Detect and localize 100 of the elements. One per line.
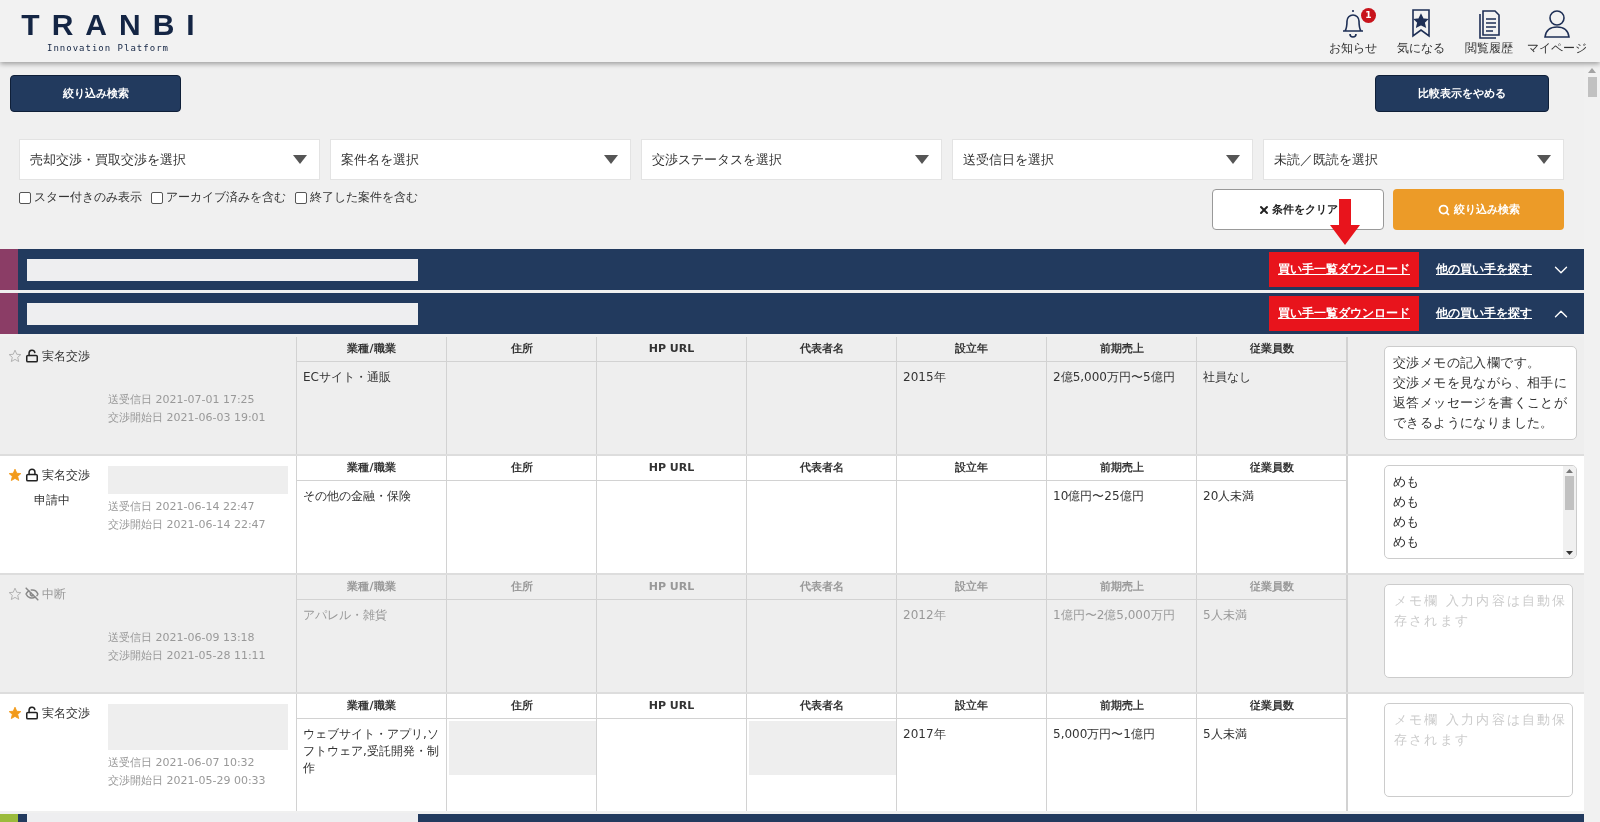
table-cell-text: 5人未満 — [1202, 607, 1248, 624]
column-header: 住所 — [447, 337, 597, 362]
find-buyers-link[interactable]: 他の買い手を探す — [1436, 261, 1532, 278]
table-cell-text: 5人未満 — [1202, 726, 1248, 743]
star-icon[interactable] — [8, 349, 22, 363]
checkbox[interactable] — [151, 191, 163, 204]
column-header: HP URL — [597, 456, 747, 481]
table-cell-text: 2012年 — [902, 607, 947, 624]
table-cell-text: ECサイト・通販 — [302, 369, 392, 386]
select-placeholder: 案件名を選択 — [341, 150, 419, 169]
checkbox-label[interactable]: 終了した案件を含む — [310, 189, 418, 206]
checkbox-label[interactable]: スター付きのみ表示 — [34, 189, 142, 206]
checkbox[interactable] — [19, 191, 31, 204]
memo-line: めも — [1393, 533, 1421, 551]
scroll-up-icon[interactable] — [1588, 68, 1596, 73]
status-label: 実名交渉 — [42, 466, 90, 484]
table-cell-text: 1億円〜2億5,000万円 — [1052, 607, 1176, 624]
scrollbar-thumb[interactable] — [1587, 77, 1597, 97]
column-header: 住所 — [447, 456, 597, 481]
column-header: 従業員数 — [1197, 694, 1347, 719]
nav-link[interactable]: 気になる — [1388, 5, 1454, 57]
star-icon[interactable] — [8, 587, 22, 601]
filter-button[interactable]: 絞り込み検索 — [10, 75, 181, 112]
table-cell-text: 10億円〜25億円 — [1052, 488, 1145, 505]
checkbox[interactable] — [295, 191, 307, 204]
status-label: 実名交渉 — [42, 347, 90, 365]
date-text: 交渉開始日 2021-05-29 00:33 — [108, 773, 267, 789]
date-text: 交渉開始日 2021-05-28 11:11 — [108, 648, 267, 664]
logo[interactable]: TRANBI — [21, 9, 207, 40]
column-header: 前期売上 — [1047, 575, 1197, 600]
table-cell-text: アパレル・雑貨 — [302, 607, 388, 624]
nav-link[interactable]: 1 お知らせ — [1320, 5, 1386, 57]
caret-icon — [915, 155, 929, 164]
notification-badge: 1 — [1361, 7, 1376, 23]
star-icon[interactable] — [8, 706, 22, 720]
scrollbar-thumb[interactable] — [1565, 476, 1574, 510]
memo-field[interactable]: 交渉メモの記入欄です。 交渉メモを見ながら、相手に返答メッセージを書くことができるようになりました。 — [1384, 346, 1577, 440]
column-header: HP URL — [597, 575, 747, 600]
select-field[interactable]: 送受信日を選択 — [952, 139, 1253, 180]
column-header: 前期売上 — [1047, 456, 1197, 481]
select-placeholder: 売却交渉・買取交渉を選択 — [30, 150, 186, 169]
download-link[interactable]: 買い手一覧ダウンロード — [1269, 296, 1419, 331]
download-link[interactable]: 買い手一覧ダウンロード — [1269, 252, 1419, 287]
column-header: 代表者名 — [747, 694, 897, 719]
caret-icon — [1537, 155, 1551, 164]
memo-line: めも — [1393, 513, 1421, 531]
logo-tagline: Innovation Platform — [47, 42, 169, 53]
column-header: 代表者名 — [747, 575, 897, 600]
select-field[interactable]: 案件名を選択 — [330, 139, 631, 180]
column-header: 設立年 — [897, 694, 1047, 719]
close-icon — [1258, 203, 1270, 216]
table-cell-text: ウェブサイト・アプリ,ソフトウェア,受託開発・制作 — [302, 726, 440, 777]
column-header: 住所 — [447, 694, 597, 719]
column-header: 従業員数 — [1197, 337, 1347, 362]
select-field[interactable]: 売却交渉・買取交渉を選択 — [19, 139, 320, 180]
column-header: 代表者名 — [747, 456, 897, 481]
nav-link[interactable]: マイページ — [1524, 5, 1590, 57]
caret-icon — [1226, 155, 1240, 164]
column-header: 設立年 — [897, 575, 1047, 600]
column-header: HP URL — [597, 694, 747, 719]
table-cell-text: 5,000万円〜1億円 — [1052, 726, 1156, 743]
caret-icon — [604, 155, 618, 164]
memo-line: めも — [1393, 473, 1421, 491]
memo-line: めも — [1393, 493, 1421, 511]
memo-field[interactable]: めも めも めも めも — [1384, 465, 1577, 559]
column-header: 前期売上 — [1047, 694, 1197, 719]
sub-status: 申請中 — [34, 492, 71, 509]
table-cell-text: 社員なし — [1202, 369, 1252, 386]
scroll-up-icon[interactable] — [1566, 469, 1573, 473]
memo-line: 交渉メモを見ながら、相手に返答メッセージを書くことができるようになりました。 — [1393, 374, 1569, 432]
table-cell-text: 2017年 — [902, 726, 947, 743]
date-text: 交渉開始日 2021-06-14 22:47 — [108, 517, 267, 533]
select-field[interactable]: 未読／既読を選択 — [1263, 139, 1564, 180]
memo-line: 交渉メモの記入欄です。 — [1393, 354, 1542, 372]
star-icon[interactable] — [8, 468, 22, 482]
select-placeholder: 送受信日を選択 — [963, 150, 1054, 169]
clear-button[interactable]: 条件をクリア — [1212, 189, 1384, 230]
table-cell-text: 20人未満 — [1202, 488, 1256, 505]
checkbox-label[interactable]: アーカイブ済みを含む — [166, 189, 286, 206]
date-text: 送受信日 2021-06-14 22:47 — [108, 499, 256, 515]
column-header: 業種/職業 — [297, 456, 447, 481]
column-header: 業種/職業 — [297, 694, 447, 719]
table-cell-text: 2015年 — [902, 369, 947, 386]
column-header: 前期売上 — [1047, 337, 1197, 362]
table-cell-text: その他の金融・保険 — [302, 488, 412, 505]
scroll-down-icon[interactable] — [1566, 551, 1573, 555]
date-text: 送受信日 2021-06-09 13:18 — [108, 630, 256, 646]
date-text: 送受信日 2021-07-01 17:25 — [108, 392, 256, 408]
select-field[interactable]: 交渉ステータスを選択 — [641, 139, 942, 180]
status-label: 実名交渉 — [42, 704, 90, 722]
select-placeholder: 交渉ステータスを選択 — [652, 150, 782, 169]
column-header: 従業員数 — [1197, 456, 1347, 481]
table-cell-text: 2億5,000万円〜5億円 — [1052, 369, 1176, 386]
compare-off-button[interactable]: 比較表示をやめる — [1375, 75, 1549, 112]
date-text: 交渉開始日 2021-06-03 19:01 — [108, 410, 267, 426]
column-header: 従業員数 — [1197, 575, 1347, 600]
nav-link[interactable]: 閲覧履歴 — [1456, 5, 1522, 57]
find-buyers-link[interactable]: 他の買い手を探す — [1436, 305, 1532, 322]
column-header: 業種/職業 — [297, 337, 447, 362]
column-header: 業種/職業 — [297, 575, 447, 600]
